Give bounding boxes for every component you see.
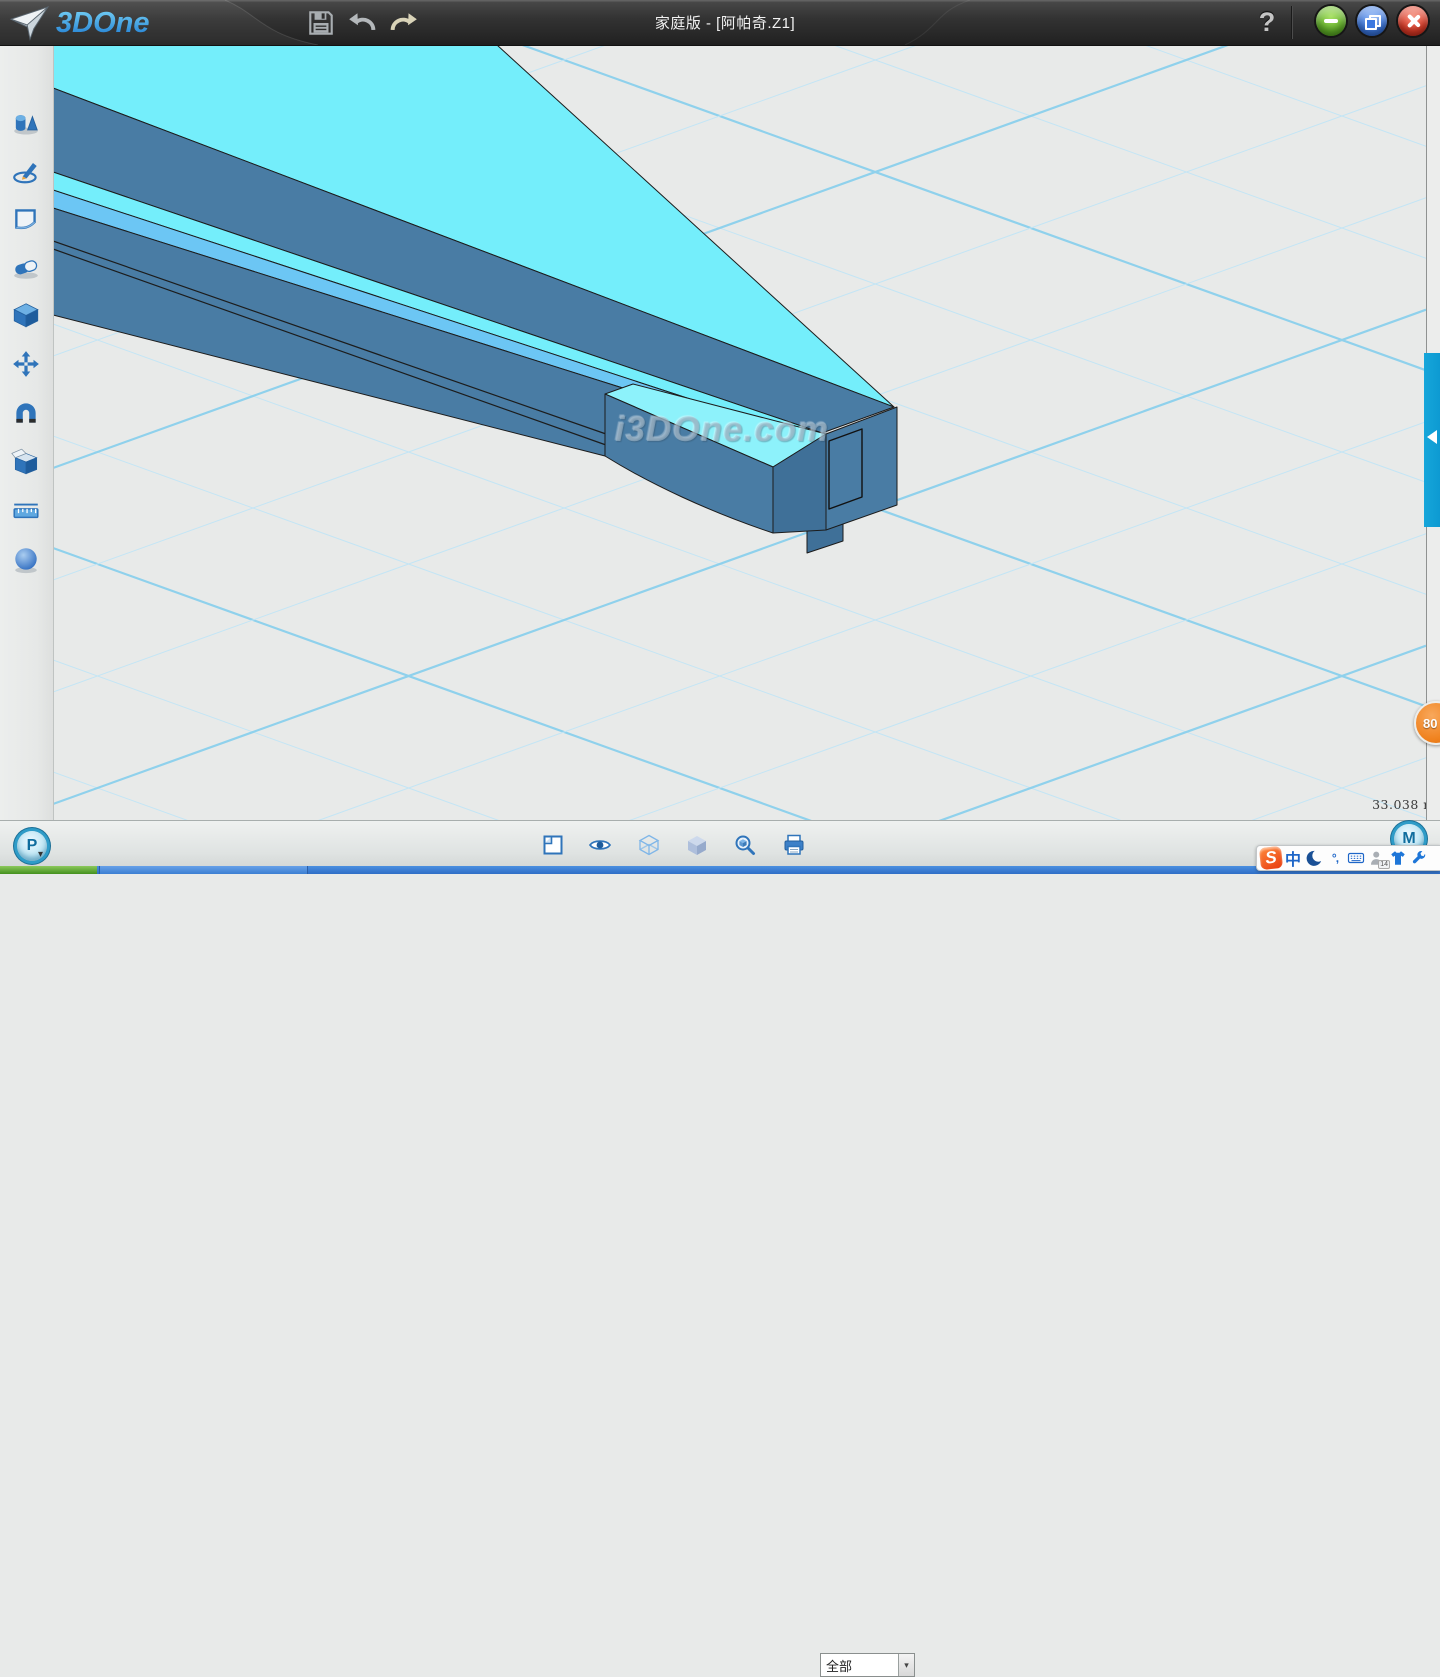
tool-combine[interactable] <box>8 444 44 480</box>
zoom-button[interactable] <box>731 832 759 858</box>
dropdown-arrow-icon[interactable]: ▾ <box>898 1654 914 1676</box>
wireframe-display-button[interactable] <box>635 832 663 858</box>
ime-skin[interactable] <box>1388 847 1408 869</box>
wrench-icon <box>1410 849 1428 867</box>
ime-soft-keyboard[interactable] <box>1346 847 1366 869</box>
cube-icon <box>11 300 41 330</box>
tool-measure[interactable] <box>8 493 44 529</box>
filter-selected-value: 全部 <box>821 1656 898 1675</box>
title-bar: 3DOne 家庭版 - [阿帕奇.Z1] ? <box>0 0 1440 46</box>
titlebar-separator <box>1292 6 1293 39</box>
sketch-pencil-icon <box>11 156 41 186</box>
display-filter-dropdown[interactable]: 全部 ▾ <box>820 1653 915 1677</box>
view-layout-icon <box>541 833 565 857</box>
restore-icon <box>1365 15 1379 27</box>
open-box-icon <box>11 447 41 477</box>
close-button[interactable] <box>1398 6 1428 36</box>
os-taskbar-edge <box>0 866 1440 874</box>
tool-sketch-edit[interactable] <box>8 201 44 237</box>
ruler-icon <box>11 496 41 526</box>
tool-primitives[interactable] <box>8 105 44 141</box>
taskbar-start-segment[interactable] <box>0 866 97 874</box>
ime-night-mode[interactable] <box>1304 847 1324 869</box>
primitives-icon <box>11 108 41 138</box>
panel-flyout-tab[interactable] <box>1424 353 1440 527</box>
tool-constraint[interactable] <box>8 395 44 431</box>
tool-sketch-draw[interactable] <box>8 153 44 189</box>
brand-logo: 3DOne <box>54 5 224 41</box>
sphere-icon <box>11 545 41 575</box>
magnet-icon <box>11 398 41 428</box>
viewport-3d[interactable]: i3DOne.com 33.038 mm <box>53 45 1426 820</box>
save-floppy-icon <box>306 8 336 38</box>
shaded-display-button[interactable] <box>683 832 711 858</box>
sogou-logo-icon: S <box>1259 846 1283 870</box>
tshirt-icon <box>1389 849 1407 867</box>
collapse-left-icon <box>1427 430 1437 444</box>
paper-plane-logo-icon <box>8 5 52 41</box>
close-icon <box>1406 14 1420 28</box>
help-button[interactable]: ? <box>1250 2 1284 43</box>
ime-punctuation-toggle[interactable]: °, <box>1325 847 1345 869</box>
undo-button[interactable] <box>348 7 378 39</box>
sketch-edit-icon <box>11 204 41 234</box>
shaded-cube-icon <box>685 833 709 857</box>
save-button[interactable] <box>306 7 336 39</box>
printer-icon <box>782 833 806 857</box>
window-title: 家庭版 - [阿帕奇.Z1] <box>560 0 890 45</box>
ime-settings[interactable] <box>1409 847 1429 869</box>
tool-feature-modeling[interactable] <box>8 297 44 333</box>
eye-icon <box>588 833 612 857</box>
p-dropdown-arrow[interactable]: ▾ <box>38 849 43 860</box>
redo-arrow-icon <box>388 8 418 38</box>
move-arrows-icon <box>11 349 41 379</box>
keyboard-icon <box>1347 849 1365 867</box>
ime-toolbar: S 中 °, 14 <box>1256 845 1440 871</box>
undo-arrow-icon <box>348 8 378 38</box>
view-layout-button[interactable] <box>539 832 567 858</box>
tool-basic-edit[interactable] <box>8 346 44 382</box>
visibility-button[interactable] <box>586 832 614 858</box>
measurement-label: 33.038 mm <box>1308 797 1440 812</box>
model-apache-beam[interactable] <box>53 45 897 553</box>
brand-text: 3DOne <box>56 7 149 39</box>
tool-special-feature[interactable] <box>8 249 44 285</box>
wireframe-cube-icon <box>637 833 661 857</box>
restore-button[interactable] <box>1357 6 1387 36</box>
ime-account[interactable]: 14 <box>1367 847 1387 869</box>
scene-3d <box>53 45 1426 820</box>
minimize-button[interactable] <box>1316 6 1346 36</box>
taskbar-app-segment[interactable] <box>99 866 308 874</box>
ime-language-toggle[interactable]: 中 <box>1283 847 1303 869</box>
magnifier-icon <box>733 833 757 857</box>
left-toolbar <box>0 45 54 820</box>
moon-icon <box>1305 849 1323 867</box>
print-button[interactable] <box>780 832 808 858</box>
bottom-toolbar: 全部 ▾ <box>0 820 1440 867</box>
eraser-icon <box>11 252 41 282</box>
ime-logo[interactable]: S <box>1260 847 1282 869</box>
redo-button[interactable] <box>388 7 418 39</box>
minimize-icon <box>1324 19 1338 23</box>
tool-material-render[interactable] <box>8 542 44 578</box>
